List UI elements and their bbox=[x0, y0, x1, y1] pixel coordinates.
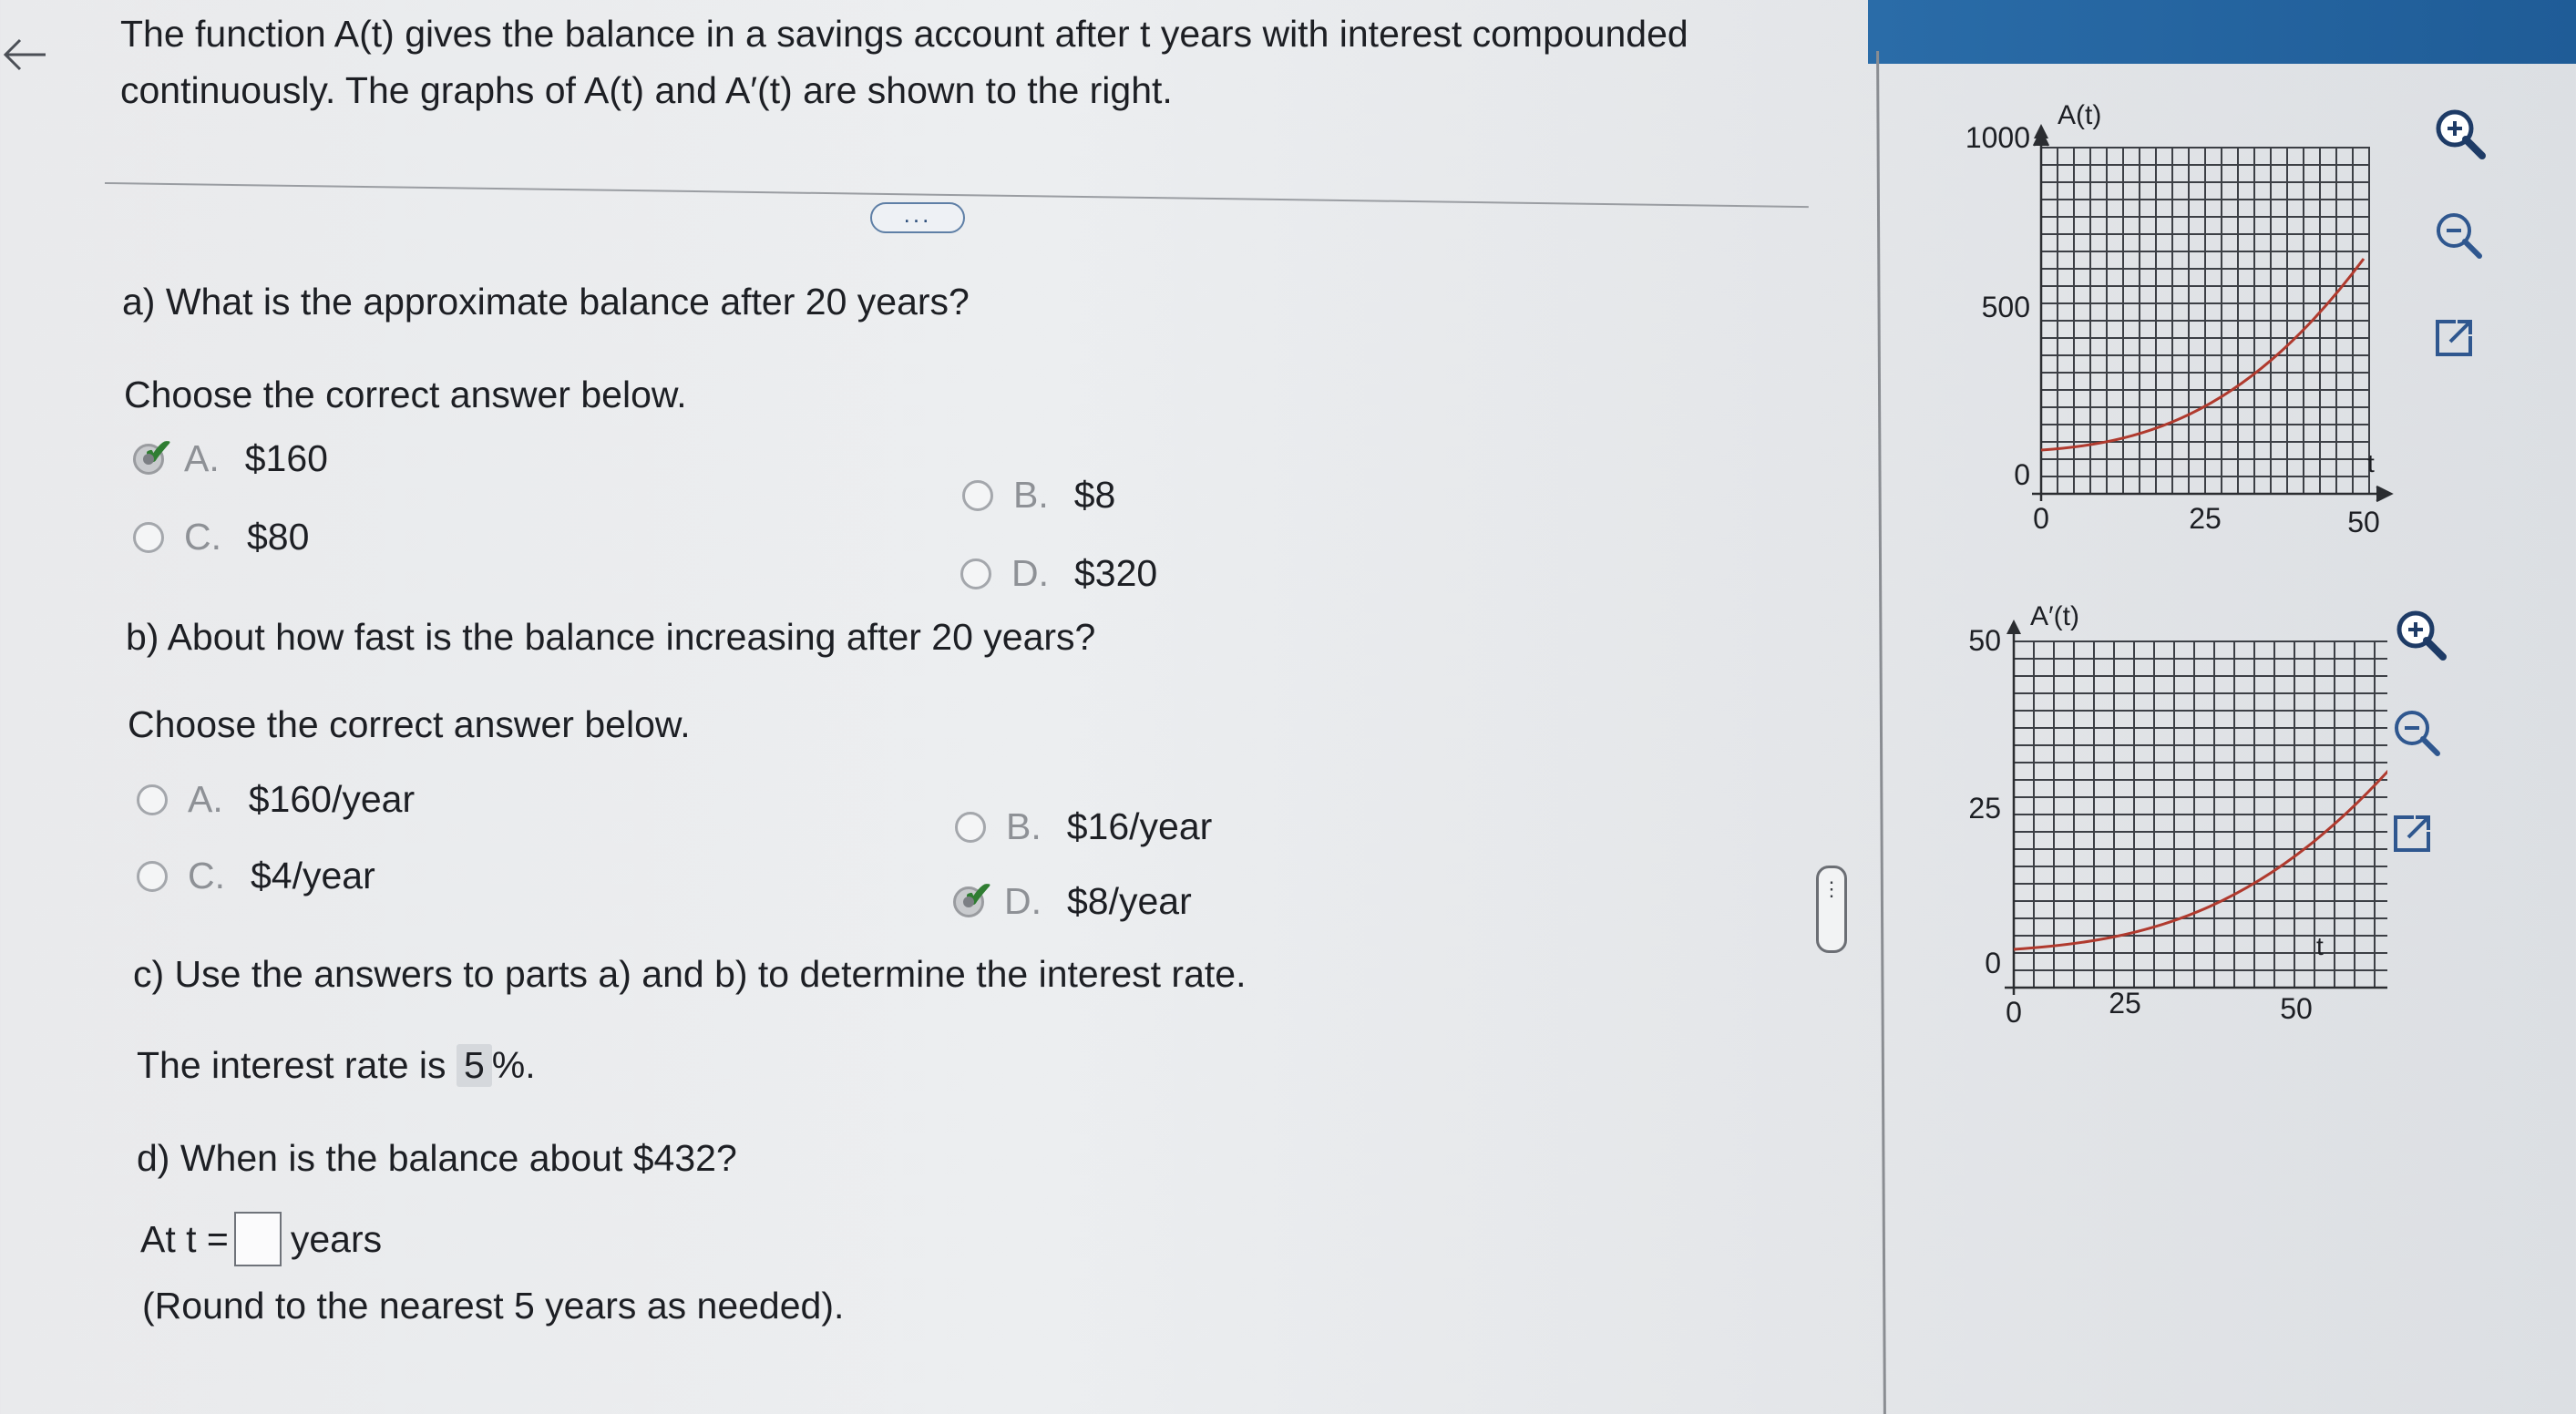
grid bbox=[2040, 147, 2370, 495]
x-tick: 0 bbox=[2033, 502, 2049, 535]
interest-rate-line: The interest rate is 5%. bbox=[137, 1044, 536, 1087]
rounding-note: (Round to the nearest 5 years as needed)… bbox=[142, 1285, 845, 1327]
radio-button[interactable] bbox=[955, 811, 986, 843]
grid bbox=[2013, 640, 2387, 989]
radio-button[interactable] bbox=[137, 784, 168, 815]
zoom-out-icon[interactable] bbox=[2427, 204, 2491, 268]
zoom-in-icon[interactable] bbox=[2428, 102, 2492, 166]
problem-intro: The function A(t) gives the balance in a… bbox=[120, 13, 1688, 111]
y-tick: 25 bbox=[1968, 792, 2001, 825]
pane-divider bbox=[1876, 51, 1886, 1414]
back-arrow-icon[interactable] bbox=[0, 27, 55, 82]
radio-button[interactable] bbox=[137, 860, 168, 892]
graph-rate: A′(t) 50 25 0 0 25 50 t bbox=[1968, 601, 2387, 1029]
radio-button[interactable]: ✔ bbox=[133, 433, 174, 475]
y-axis bbox=[2032, 128, 2050, 501]
part-a-option-d[interactable]: D. $320 bbox=[960, 552, 1157, 595]
open-new-window-icon[interactable] bbox=[2380, 802, 2444, 866]
x-tick: 0 bbox=[2006, 996, 2022, 1029]
radio-button[interactable] bbox=[133, 521, 164, 553]
part-c-question: c) Use the answers to parts a) and b) to… bbox=[133, 953, 1247, 995]
radio-button[interactable] bbox=[962, 479, 993, 511]
part-a-prompt: Choose the correct answer below. bbox=[124, 374, 687, 415]
part-b-option-d[interactable]: ✔ D. $8/year bbox=[953, 876, 1192, 923]
part-b-question: b) About how fast is the balance increas… bbox=[126, 616, 1096, 658]
graph-balance: A(t) 1000 500 0 0 25 50 t bbox=[1965, 100, 2394, 538]
part-b-option-a[interactable]: A. $160/year bbox=[137, 778, 415, 821]
part-d-question: d) When is the balance about $432? bbox=[137, 1137, 737, 1179]
interest-rate-answer[interactable]: 5 bbox=[456, 1044, 492, 1087]
y-tick: 0 bbox=[1985, 947, 2001, 979]
part-a-option-b[interactable]: B. $8 bbox=[962, 474, 1115, 517]
part-b-option-b[interactable]: B. $16/year bbox=[955, 805, 1212, 848]
part-b-option-c[interactable]: C. $4/year bbox=[137, 855, 375, 897]
radio-button[interactable]: ✔ bbox=[953, 876, 994, 917]
y-arrow-icon bbox=[2006, 620, 2021, 634]
x-tick: 50 bbox=[2280, 992, 2313, 1025]
y-tick: 1000 bbox=[1965, 121, 2030, 154]
y-arrow-icon bbox=[2034, 124, 2048, 138]
part-a-option-a[interactable]: ✔ A. $160 bbox=[133, 433, 328, 480]
x-axis-label: t bbox=[2316, 932, 2324, 960]
top-bar bbox=[1868, 0, 2576, 64]
part-a-question: a) What is the approximate balance after… bbox=[122, 281, 970, 323]
zoom-in-icon[interactable] bbox=[2389, 603, 2453, 667]
checkmark-icon: ✔ bbox=[963, 875, 994, 916]
x-tick: 25 bbox=[2189, 502, 2222, 535]
open-new-window-icon[interactable] bbox=[2422, 306, 2486, 370]
part-a-option-c[interactable]: C. $80 bbox=[133, 516, 309, 558]
checkmark-icon: ✔ bbox=[143, 432, 174, 473]
y-tick: 500 bbox=[1982, 291, 2030, 323]
time-answer-input[interactable] bbox=[233, 1212, 282, 1266]
x-axis-label: t bbox=[2367, 449, 2375, 477]
zoom-out-icon[interactable] bbox=[2386, 702, 2449, 765]
balance-time-line: At t = years bbox=[140, 1212, 382, 1266]
y-tick: 50 bbox=[1968, 624, 2001, 657]
part-b-prompt: Choose the correct answer below. bbox=[128, 703, 691, 745]
radio-button[interactable] bbox=[960, 558, 991, 589]
y-tick: 0 bbox=[2014, 458, 2030, 491]
x-tick: 50 bbox=[2347, 506, 2380, 538]
expand-more-button[interactable]: ... bbox=[870, 202, 965, 233]
resize-handle[interactable]: ⋮ bbox=[1816, 866, 1847, 953]
y-axis-label: A(t) bbox=[2058, 100, 2101, 130]
x-tick: 25 bbox=[2109, 987, 2141, 1020]
y-axis-label: A′(t) bbox=[2030, 601, 2079, 631]
